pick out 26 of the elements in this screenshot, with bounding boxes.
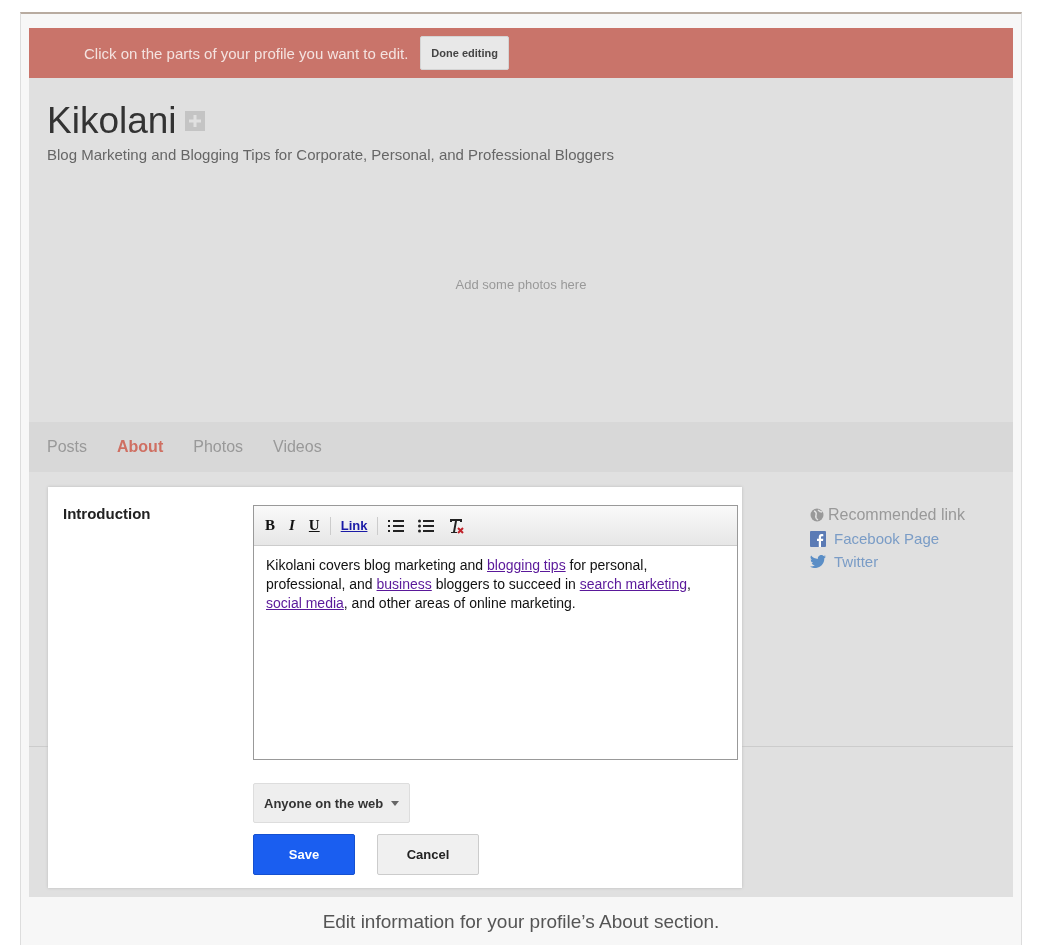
recommended-links-title: Recommended link [828, 506, 965, 524]
text-link[interactable]: search marketing [579, 576, 688, 592]
done-editing-button[interactable]: Done editing [420, 36, 509, 70]
italic-button[interactable]: I [282, 513, 302, 538]
bullet-list-icon[interactable] [418, 518, 435, 533]
introduction-text: Kikolani covers blog marketing and blogging tips for personal, professional, and business bloggers to succeed in search marketing, social media, and other areas of online marketing. [265, 556, 692, 613]
profile-tagline: Blog Marketing and Blogging Tips for Corporate, Personal, and Professional Bloggers [47, 146, 615, 163]
banner-message: Click on the parts of your profile you want to edit. [84, 44, 409, 62]
rich-text-editor[interactable]: B I U Link Kikolani covers blog marketing and blogging tips for personal, professional, and business bloggers to succeed in search marketing, social media, and other areas of online marketing. [253, 505, 738, 760]
underline-button[interactable]: U [301, 513, 327, 538]
link-button[interactable]: Link [333, 513, 375, 538]
cancel-button[interactable]: Cancel [377, 834, 479, 875]
facebook-icon [810, 530, 826, 547]
text-link[interactable]: social media [266, 595, 344, 611]
visibility-dropdown[interactable]: Anyone on the web [253, 783, 411, 823]
bird-icon [810, 555, 826, 568]
caret-icon [391, 800, 400, 806]
text-link[interactable]: business [376, 576, 432, 592]
save-button[interactable]: Save [253, 834, 355, 875]
text-link[interactable]: blogging tips [487, 557, 566, 573]
section-label: Introduction [63, 505, 152, 524]
figure-caption: Edit information for your profile’s About section. [321, 911, 721, 933]
clear-format-icon[interactable] [448, 517, 465, 534]
globe-icon [810, 508, 824, 522]
profile-name: Kikolani [47, 100, 177, 142]
bold-button[interactable]: B [258, 513, 282, 538]
